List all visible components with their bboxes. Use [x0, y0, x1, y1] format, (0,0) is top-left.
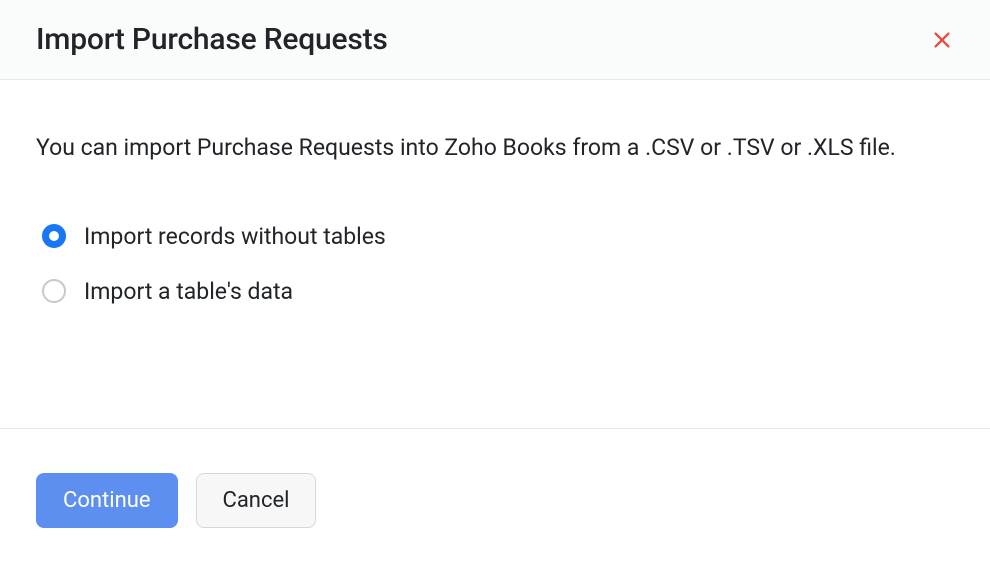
- dialog-footer: Continue Cancel: [0, 428, 990, 564]
- import-description: You can import Purchase Requests into Zo…: [36, 130, 954, 167]
- radio-option-table-data[interactable]: Import a table's data: [42, 278, 954, 305]
- radio-input[interactable]: [42, 279, 66, 303]
- continue-button[interactable]: Continue: [36, 473, 178, 528]
- import-type-radio-group: Import records without tables Import a t…: [36, 223, 954, 305]
- dialog-title: Import Purchase Requests: [36, 22, 388, 57]
- radio-option-without-tables[interactable]: Import records without tables: [42, 223, 954, 250]
- radio-input[interactable]: [42, 224, 66, 248]
- dialog-body: You can import Purchase Requests into Zo…: [0, 80, 990, 428]
- radio-label: Import records without tables: [84, 223, 386, 250]
- dialog-header: Import Purchase Requests: [0, 0, 990, 80]
- cancel-button[interactable]: Cancel: [196, 473, 317, 528]
- radio-label: Import a table's data: [84, 278, 293, 305]
- close-icon[interactable]: [930, 28, 954, 52]
- import-dialog: Import Purchase Requests You can import …: [0, 0, 990, 564]
